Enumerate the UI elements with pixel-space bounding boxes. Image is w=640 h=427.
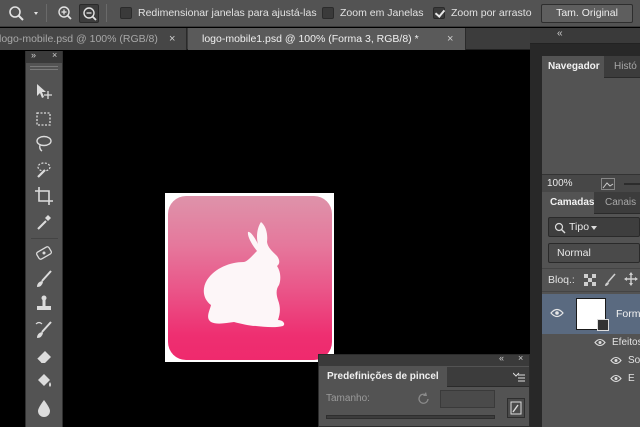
marquee-tool-icon[interactable]: [33, 108, 55, 130]
eye-icon[interactable]: [594, 338, 606, 347]
zoom-out-button[interactable]: [79, 4, 99, 23]
effect-label: So: [628, 355, 640, 366]
navigator-preview[interactable]: [542, 79, 640, 174]
layers-panel: Camadas Canais Tipo Normal Bloq.: Form E…: [542, 192, 640, 427]
lock-row: Bloq.:: [542, 268, 640, 292]
resize-windows-label: Redimensionar janelas para ajustá-las: [138, 7, 317, 19]
layer-effects-row[interactable]: Efeitos: [542, 334, 640, 352]
lock-position-icon[interactable]: [624, 272, 638, 286]
eraser-tool-icon[interactable]: [33, 345, 55, 367]
eye-icon[interactable]: [610, 374, 622, 383]
search-icon: [554, 222, 566, 234]
document-canvas[interactable]: [165, 193, 334, 362]
scrubby-zoom-label: Zoom por arrasto: [451, 7, 532, 19]
zoom-slider[interactable]: [624, 183, 640, 185]
close-icon[interactable]: ×: [447, 28, 453, 50]
actual-pixels-button[interactable]: Tam. Original: [541, 4, 633, 23]
tab-label: logo-mobile1.psd @ 100% (Forma 3, RGB/8)…: [202, 33, 419, 45]
eye-icon[interactable]: [610, 356, 622, 365]
panel-menu-icon[interactable]: [513, 372, 525, 382]
reset-size-icon[interactable]: [417, 392, 431, 405]
tools-panel-header: » ×: [26, 50, 62, 63]
navigator-panel: Navegador Histó 100%: [542, 56, 640, 192]
lock-transparent-icon[interactable]: [584, 274, 596, 286]
lock-label: Bloq.:: [548, 274, 575, 286]
lock-pixels-icon[interactable]: [604, 273, 616, 287]
panel-grip[interactable]: [30, 66, 58, 70]
tab-brush-presets[interactable]: Predefinições de pincel: [319, 367, 447, 387]
blend-mode-value: Normal: [557, 247, 591, 259]
document-tab-logo-mobile[interactable]: logo-mobile.psd @ 100% (RGB/8) ×: [0, 28, 187, 50]
document-tab-logo-mobile1[interactable]: logo-mobile1.psd @ 100% (Forma 3, RGB/8)…: [188, 28, 466, 50]
layer-effect-row[interactable]: So: [542, 352, 640, 370]
zoom-in-button[interactable]: [55, 4, 75, 23]
brush-panel-toggle[interactable]: [507, 398, 525, 418]
tool-preset-picker[interactable]: [6, 4, 42, 22]
layer-effect-row[interactable]: E: [542, 370, 640, 388]
layer-name: Forma: [616, 308, 640, 320]
zoom-out-mountain-icon[interactable]: [601, 178, 615, 190]
expand-icon[interactable]: »: [31, 50, 36, 60]
close-icon[interactable]: ×: [518, 353, 523, 363]
brush-presets-panel: « × Predefinições de pincel Tamanho:: [318, 353, 530, 427]
size-input[interactable]: [440, 390, 495, 408]
resize-windows-checkbox[interactable]: [120, 7, 132, 19]
zoom-tool-icon: [9, 6, 38, 21]
paint-bucket-tool-icon[interactable]: [33, 371, 55, 393]
layer-mask-icon: [597, 319, 609, 331]
close-icon[interactable]: ×: [52, 50, 57, 60]
history-brush-tool-icon[interactable]: [33, 319, 55, 341]
tab-layers[interactable]: Camadas: [542, 192, 594, 214]
collapse-icon[interactable]: «: [557, 28, 563, 39]
panel-header: « ×: [319, 353, 529, 366]
zoom-in-icon: [58, 6, 72, 20]
blur-tool-icon[interactable]: [33, 397, 55, 419]
chevron-down-icon: [591, 226, 597, 230]
scrubby-zoom-checkbox[interactable]: [433, 7, 445, 19]
spot-healing-tool-icon[interactable]: [33, 242, 55, 264]
size-label: Tamanho:: [326, 393, 370, 404]
collapse-icon[interactable]: «: [499, 353, 504, 363]
eyedropper-tool-icon[interactable]: [33, 211, 55, 233]
zoom-all-windows-label: Zoom em Janelas: [340, 7, 424, 19]
crop-tool-icon[interactable]: [33, 185, 55, 207]
brush-tool-icon[interactable]: [33, 268, 55, 290]
move-tool-icon[interactable]: [33, 81, 55, 103]
eye-icon[interactable]: [550, 308, 564, 318]
right-dock: « Navegador Histó 100% Camadas Canais Ti…: [530, 28, 640, 427]
bunny-logo: [168, 196, 332, 360]
effect-label: E: [628, 373, 635, 384]
bunny-silhouette-icon: [203, 222, 285, 328]
tab-channels[interactable]: Canais: [599, 192, 640, 214]
layer-filter-select[interactable]: Tipo: [548, 217, 640, 237]
blend-mode-select[interactable]: Normal: [548, 243, 640, 263]
effects-label: Efeitos: [612, 337, 640, 348]
lasso-tool-icon[interactable]: [33, 133, 55, 155]
zoom-out-icon: [83, 7, 97, 21]
tools-panel: » ×: [25, 50, 63, 427]
quick-selection-tool-icon[interactable]: [33, 159, 55, 181]
document-tab-bar: logo-mobile.psd @ 100% (RGB/8) × logo-mo…: [0, 28, 530, 50]
size-slider[interactable]: [326, 415, 495, 419]
tab-navigator[interactable]: Navegador: [542, 56, 604, 78]
options-bar: Redimensionar janelas para ajustá-las Zo…: [0, 0, 640, 27]
brush-panel-icon: [510, 401, 522, 415]
clone-stamp-tool-icon[interactable]: [33, 293, 55, 315]
zoom-level[interactable]: 100%: [547, 178, 573, 189]
tab-history[interactable]: Histó: [608, 56, 640, 78]
layer-thumbnail: [576, 298, 609, 331]
navigator-zoom-bar: 100%: [542, 174, 640, 192]
zoom-all-windows-checkbox[interactable]: [322, 7, 334, 19]
layer-row-selected[interactable]: Forma: [542, 294, 640, 334]
tab-label: logo-mobile.psd @ 100% (RGB/8): [0, 33, 158, 45]
filter-label: Tipo: [569, 221, 590, 233]
dock-header: «: [530, 28, 640, 44]
